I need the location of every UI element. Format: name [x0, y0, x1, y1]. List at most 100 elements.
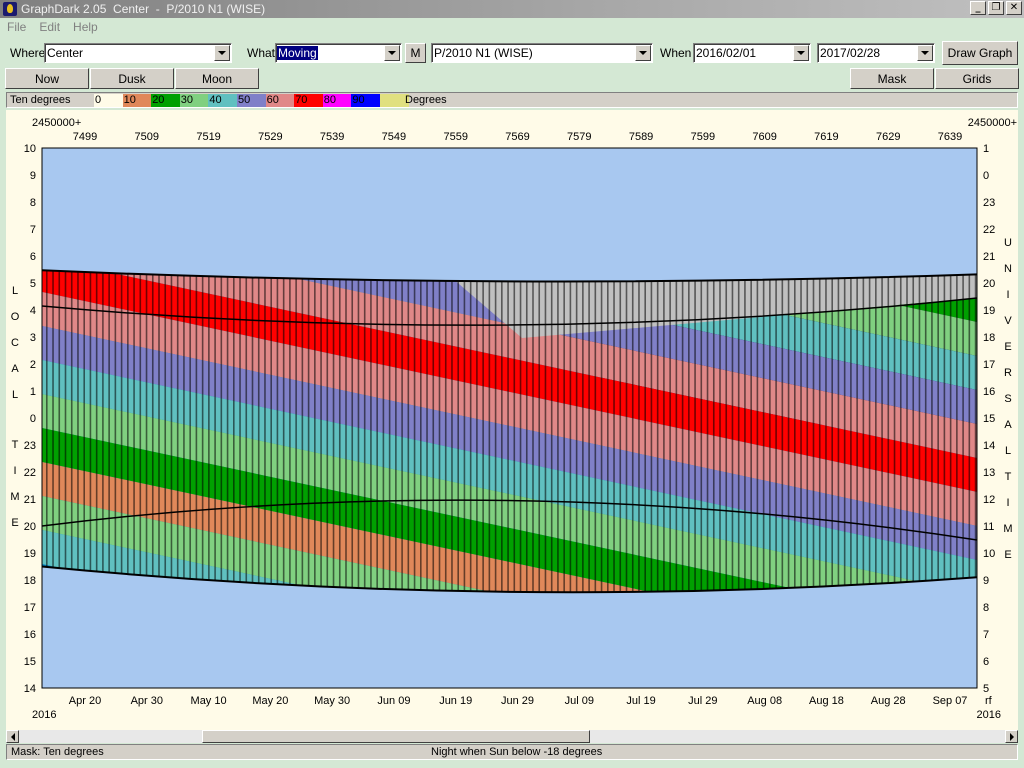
- object-select[interactable]: P/2010 N1 (WISE): [431, 43, 653, 63]
- jd-tick-label: 7629: [876, 131, 900, 143]
- visibility-chart[interactable]: 7499 7509 7519 7529 7539 7549 7559 7569 7579 7589…: [6, 110, 1018, 730]
- jd-tick-label: 7499: [73, 131, 97, 143]
- legend-swatch: 20: [151, 94, 181, 107]
- jd-tick-label: 7519: [196, 131, 220, 143]
- left-tick-label: 23: [24, 440, 36, 452]
- right-axis-letter: I: [1006, 497, 1009, 509]
- where-value: Center: [47, 46, 84, 60]
- right-tick-label: 23: [983, 197, 995, 209]
- legend-swatch: 40: [208, 94, 238, 107]
- legend-swatch: 70: [294, 94, 324, 107]
- left-tick-label: 2: [30, 359, 36, 371]
- left-tick-label: 14: [24, 683, 36, 695]
- end-date-select[interactable]: 2017/02/28: [817, 43, 935, 63]
- right-tick-label: 14: [983, 440, 995, 452]
- what-select[interactable]: Moving: [275, 43, 402, 63]
- toolbar: Where Center What Moving M P/2010 N1 (WI…: [0, 38, 1024, 66]
- right-tick-label: 9: [983, 575, 989, 587]
- left-tick-label: 22: [24, 467, 36, 479]
- jd-tick-label: 7599: [691, 131, 715, 143]
- chevron-down-icon[interactable]: [214, 45, 230, 61]
- chevron-down-icon[interactable]: [917, 45, 933, 61]
- date-tick-label: May 20: [252, 695, 288, 707]
- left-tick-label: 8: [30, 197, 36, 209]
- grids-button[interactable]: Grids: [935, 68, 1019, 89]
- date-tick-label: Aug 18: [809, 695, 844, 707]
- left-axis-letter: A: [11, 363, 19, 375]
- scroll-thumb[interactable]: [202, 730, 590, 743]
- legend-swatch: 10: [122, 94, 152, 107]
- left-tick-label: 19: [24, 548, 36, 560]
- mask-button[interactable]: Mask: [850, 68, 934, 89]
- menu-edit[interactable]: Edit: [39, 20, 60, 34]
- left-axis-letter: C: [11, 337, 19, 349]
- right-tick-label: 16: [983, 386, 995, 398]
- legend-swatch: 80: [322, 94, 352, 107]
- right-tick-label: 1: [983, 143, 989, 155]
- right-tick-label: 8: [983, 602, 989, 614]
- chart-svg[interactable]: 7499 7509 7519 7529 7539 7549 7559 7569 7579 7589…: [6, 110, 1018, 730]
- moon-button[interactable]: Moon: [175, 68, 259, 89]
- left-tick-label: 9: [30, 170, 36, 182]
- right-corner-label: rf: [985, 695, 993, 707]
- restore-button[interactable]: ❐: [988, 1, 1004, 15]
- what-label: What: [247, 46, 276, 60]
- window-title: GraphDark 2.05 Center - P/2010 N1 (WISE): [21, 2, 266, 16]
- where-select[interactable]: Center: [44, 43, 232, 63]
- jd-tick-label: 7619: [814, 131, 838, 143]
- draw-graph-button[interactable]: Draw Graph: [942, 41, 1018, 65]
- status-mask: Mask: Ten degrees: [11, 746, 104, 758]
- status-bar: Mask: Ten degrees Night when Sun below -…: [6, 744, 1018, 760]
- jd-tick-label: 7609: [752, 131, 776, 143]
- button-row: Now Dusk Moon Mask Grids: [0, 68, 1024, 90]
- menu-help[interactable]: Help: [73, 20, 98, 34]
- right-axis-letter: L: [1005, 445, 1011, 457]
- date-tick-label: Jun 09: [377, 695, 410, 707]
- chevron-down-icon[interactable]: [793, 45, 809, 61]
- chevron-down-icon[interactable]: [384, 45, 400, 61]
- jd-prefix-right: 2450000+: [968, 117, 1017, 129]
- right-axis-letter: E: [1004, 549, 1011, 561]
- left-tick-label: 6: [30, 251, 36, 263]
- legend-bar: Ten degrees 0 10 20 30 40 50 60 70 80 90 Degrees: [6, 92, 1018, 108]
- right-axis-letter: T: [1005, 471, 1012, 483]
- date-tick-label: Apr 20: [69, 695, 101, 707]
- right-tick-label: 6: [983, 656, 989, 668]
- close-button[interactable]: ✕: [1006, 1, 1022, 15]
- left-axis-letter: E: [11, 517, 18, 529]
- left-tick-label: 17: [24, 602, 36, 614]
- start-date-value: 2016/02/01: [696, 46, 757, 60]
- right-axis-letter: V: [1004, 315, 1012, 327]
- m-button[interactable]: M: [405, 43, 426, 63]
- date-tick-label: Jul 29: [688, 695, 717, 707]
- year-right: 2016: [977, 709, 1001, 721]
- now-button[interactable]: Now: [5, 68, 89, 89]
- left-tick-label: 15: [24, 656, 36, 668]
- horizontal-scrollbar[interactable]: [6, 730, 1018, 743]
- right-tick-label: 17: [983, 359, 995, 371]
- right-tick-label: 20: [983, 278, 995, 290]
- jd-tick-label: 7569: [505, 131, 529, 143]
- scroll-left-icon[interactable]: [6, 730, 19, 743]
- right-axis-letter: N: [1004, 263, 1012, 275]
- right-axis-letter: M: [1003, 523, 1012, 535]
- menu-file[interactable]: File: [7, 20, 26, 34]
- jd-tick-label: 7529: [258, 131, 282, 143]
- date-tick-label: Aug 08: [747, 695, 782, 707]
- legend-swatch: 50: [237, 94, 266, 107]
- legend-swatch: 90: [351, 94, 381, 107]
- right-axis-letter: A: [1004, 419, 1012, 431]
- scroll-right-icon[interactable]: [1005, 730, 1018, 743]
- left-tick-label: 20: [24, 521, 36, 533]
- chevron-down-icon[interactable]: [635, 45, 651, 61]
- left-axis-letter: L: [12, 389, 18, 401]
- left-axis-letter: T: [12, 439, 19, 451]
- right-tick-label: 5: [983, 683, 989, 695]
- left-tick-label: 7: [30, 224, 36, 236]
- when-label: When: [660, 46, 692, 60]
- legend-swatch: 60: [265, 94, 295, 107]
- dusk-button[interactable]: Dusk: [90, 68, 174, 89]
- right-tick-label: 19: [983, 305, 995, 317]
- minimize-button[interactable]: _: [970, 1, 986, 15]
- start-date-select[interactable]: 2016/02/01: [693, 43, 811, 63]
